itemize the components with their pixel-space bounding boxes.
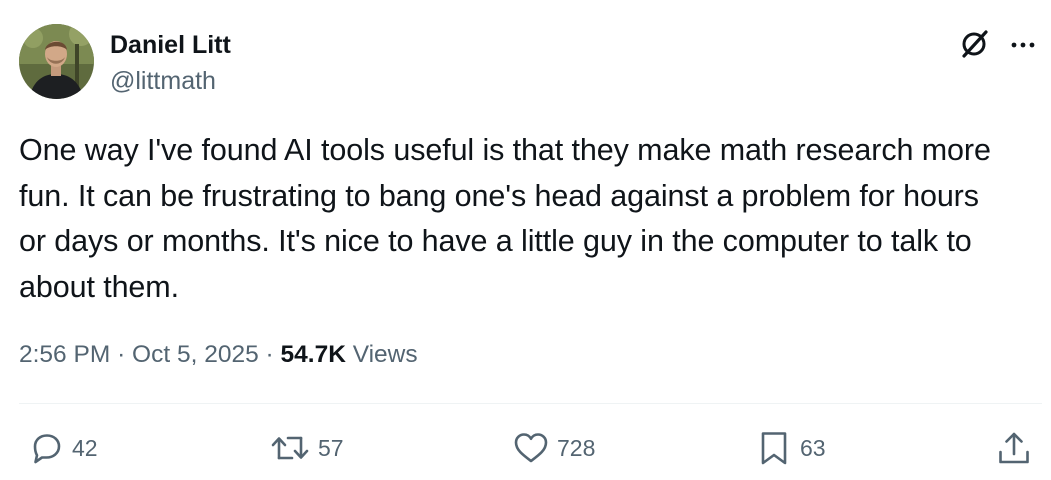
bookmark-icon bbox=[761, 432, 787, 465]
bookmark-count: 63 bbox=[800, 435, 826, 461]
reply-button[interactable]: 42 bbox=[26, 428, 98, 468]
author-display-name[interactable]: Daniel Litt bbox=[110, 29, 231, 61]
post-meta: 2:56 PM · Oct 5, 2025 · 54.7K Views bbox=[19, 339, 418, 371]
post-date[interactable]: Oct 5, 2025 bbox=[132, 341, 259, 368]
repost-icon bbox=[271, 436, 309, 460]
meta-separator: · bbox=[265, 341, 274, 368]
more-icon[interactable] bbox=[1010, 32, 1036, 58]
repost-button[interactable]: 57 bbox=[268, 428, 344, 468]
reply-icon bbox=[33, 434, 61, 464]
author-handle[interactable]: @littmath bbox=[110, 65, 216, 97]
avatar[interactable] bbox=[19, 24, 94, 99]
post-text: One way I've found AI tools useful is th… bbox=[19, 133, 991, 304]
post-time[interactable]: 2:56 PM bbox=[19, 341, 110, 368]
repost-count: 57 bbox=[318, 435, 344, 461]
divider bbox=[19, 403, 1042, 404]
grok-icon[interactable] bbox=[958, 28, 990, 60]
share-button[interactable] bbox=[994, 428, 1034, 468]
like-count: 728 bbox=[557, 435, 596, 461]
share-icon bbox=[999, 432, 1029, 464]
bookmark-button[interactable]: 63 bbox=[754, 428, 826, 468]
like-button[interactable]: 728 bbox=[511, 428, 595, 468]
meta-separator: · bbox=[117, 341, 126, 368]
avatar-image bbox=[19, 24, 94, 99]
views-label: Views bbox=[352, 341, 418, 368]
views-count: 54.7K bbox=[280, 341, 346, 368]
reply-count: 42 bbox=[72, 435, 98, 461]
like-icon bbox=[514, 433, 548, 463]
